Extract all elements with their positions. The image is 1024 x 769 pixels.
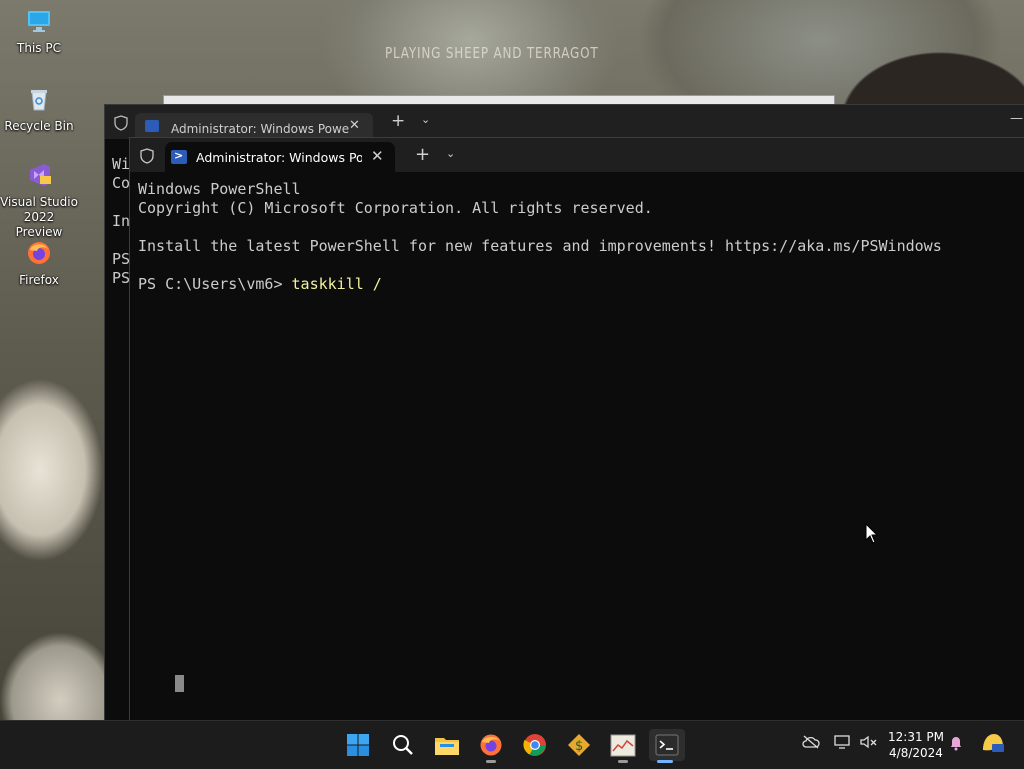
chevron-down-icon[interactable]: ⌄ <box>421 113 430 126</box>
search-icon <box>393 735 413 755</box>
close-tab-icon[interactable]: ✕ <box>371 147 384 165</box>
close-icon[interactable]: ✕ <box>349 118 360 133</box>
active-indicator <box>657 760 673 763</box>
money-app-icon: $ <box>568 734 590 756</box>
terminal-window[interactable]: > Administrator: Windows PowerShell ✕ + … <box>129 137 1024 721</box>
network-icon[interactable] <box>834 735 852 753</box>
console-prompt: PS C:\Users\vm6> <box>138 275 292 293</box>
firefox-icon <box>480 734 502 756</box>
console-command-input[interactable]: taskkill / <box>292 275 382 293</box>
desktop-icon-label: Visual Studio 2022 Preview <box>0 195 78 239</box>
taskbar-file-explorer[interactable] <box>431 729 463 761</box>
powershell-icon: > <box>171 149 187 164</box>
desktop-icon-recycle-bin[interactable]: Recycle Bin <box>0 86 78 134</box>
taskbar-chart-app[interactable] <box>607 729 639 763</box>
chart-document-icon <box>610 734 636 757</box>
search-button[interactable] <box>387 729 419 761</box>
taskbar-terminal[interactable] <box>649 729 685 763</box>
new-tab-button[interactable]: + <box>415 144 430 165</box>
copilot-preview-icon[interactable] <box>980 732 1006 758</box>
folder-icon <box>435 738 459 755</box>
terminal-titlebar[interactable]: > Administrator: Windows PowerShell ✕ + … <box>130 138 1024 172</box>
minimize-icon[interactable]: — <box>1010 111 1023 126</box>
bell-icon <box>951 737 961 751</box>
console-line-title: Windows PowerShell <box>138 180 301 198</box>
start-button[interactable] <box>342 729 374 761</box>
wallpaper-caption: PLAYING SHEEP AND TERRAGOT <box>385 44 599 62</box>
svg-text:$: $ <box>575 739 583 754</box>
firefox-icon <box>28 242 50 264</box>
desktop-icon-label: This PC <box>17 41 61 55</box>
console-output[interactable]: Windows PowerShell Copyright (C) Microso… <box>138 180 1024 294</box>
onedrive-offline-icon[interactable] <box>802 735 820 753</box>
desktop-icon-firefox[interactable]: Firefox <box>0 240 78 288</box>
notification-bell-icon[interactable] <box>949 735 963 755</box>
visual-studio-icon <box>30 164 51 186</box>
shield-icon <box>114 115 128 131</box>
shield-icon <box>140 148 154 164</box>
console-line-copyright: Copyright (C) Microsoft Corporation. All… <box>138 199 653 217</box>
taskbar-firefox[interactable] <box>475 729 507 763</box>
background-tab[interactable]: Administrator: Windows Powe ✕ <box>135 113 373 139</box>
taskbar-clock[interactable]: 12:31 PM 4/8/2024 <box>884 729 948 761</box>
chrome-icon <box>523 734 546 756</box>
recycle-bin-icon <box>31 90 47 111</box>
cloud-icon <box>802 735 820 749</box>
background-tab-title: Administrator: Windows Powe <box>171 122 350 136</box>
desktop-icon-label: Firefox <box>19 273 59 287</box>
terminal-icon <box>655 734 679 756</box>
tab-title: Administrator: Windows PowerShell <box>196 150 362 165</box>
background-titlebar: Administrator: Windows Powe ✕ + ⌄ — <box>105 105 1024 139</box>
tab-administrator-powershell[interactable]: > Administrator: Windows PowerShell ✕ <box>165 142 395 172</box>
text-cursor <box>175 675 184 692</box>
windows-start-icon <box>347 734 369 756</box>
taskbar-money-app[interactable]: $ <box>563 729 595 761</box>
clock-time: 12:31 PM <box>888 730 944 744</box>
running-indicator <box>486 760 496 763</box>
plus-icon[interactable]: + <box>391 111 405 131</box>
monitor-icon <box>28 11 50 32</box>
tab-dropdown-chevron-icon[interactable]: ⌄ <box>446 147 455 160</box>
copilot-icon <box>983 734 1004 752</box>
powershell-icon <box>145 120 159 132</box>
monitor-network-icon <box>834 735 850 749</box>
running-indicator <box>618 760 628 763</box>
desktop-icon-label: Recycle Bin <box>4 119 74 133</box>
speaker-icon <box>860 735 877 749</box>
taskbar: $ 12:31 PM 4/8/2024 <box>0 720 1024 769</box>
mouse-pointer-icon <box>865 523 879 544</box>
background-console-text: Wi Co In PS PS <box>112 155 131 287</box>
volume-muted-icon[interactable] <box>860 735 878 753</box>
console-line-install-hint: Install the latest PowerShell for new fe… <box>138 237 942 255</box>
desktop-icon-this-pc[interactable]: This PC <box>0 8 78 56</box>
desktop-icon-visual-studio[interactable]: Visual Studio 2022 Preview <box>0 162 78 240</box>
clock-date: 4/8/2024 <box>889 746 943 760</box>
taskbar-chrome[interactable] <box>519 729 551 761</box>
